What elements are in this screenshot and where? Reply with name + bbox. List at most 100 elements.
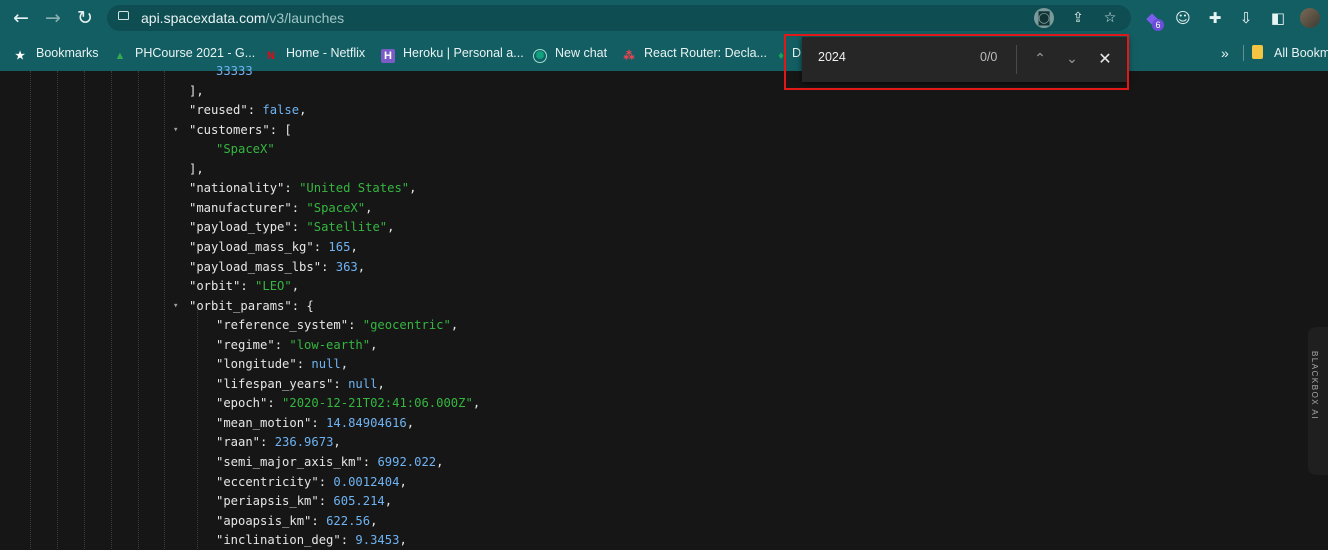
json-line: "semi_major_axis_km": 6992.022,: [216, 453, 443, 472]
json-token: "regime":: [216, 337, 290, 352]
indent-guide: [197, 307, 198, 549]
json-token: ,: [406, 415, 415, 430]
bookmark-heroku[interactable]: H Heroku | Personal a...: [381, 44, 524, 63]
blackbox-label: BLACKBOX AI: [1310, 351, 1319, 420]
puzzle-icon[interactable]: ✚: [1205, 8, 1225, 28]
json-token: "periapsis_km":: [216, 494, 334, 509]
json-token: "payload_mass_kg":: [189, 239, 329, 254]
json-token: 6992.022: [377, 455, 437, 469]
extension-face-icon[interactable]: ☺: [1173, 8, 1193, 28]
collapse-arrow-icon[interactable]: ▾: [173, 297, 184, 316]
json-token: ,: [340, 357, 349, 372]
forward-arrow-icon[interactable]: →: [42, 7, 64, 29]
json-token: 605.214: [333, 494, 385, 509]
bookmark-react-router[interactable]: ⁂ React Router: Decla...: [622, 44, 767, 62]
json-token: ,: [370, 337, 378, 352]
google-drive-icon: ▲: [114, 50, 126, 62]
json-token: ],: [189, 83, 204, 98]
bookmark-label: New chat: [555, 46, 608, 60]
share-icon[interactable]: ⇪: [1068, 8, 1088, 28]
find-in-page-icon[interactable]: ◙: [1034, 8, 1054, 28]
lock-icon: [118, 11, 129, 20]
side-panel-icon[interactable]: ◧: [1268, 8, 1288, 28]
json-token: "eccentricity":: [216, 474, 334, 489]
json-token: 14.84904616: [326, 415, 407, 430]
json-line: "longitude": null,: [216, 355, 348, 374]
json-token: "lifespan_years":: [216, 376, 349, 391]
json-line: "lifespan_years": null,: [216, 375, 385, 394]
back-arrow-icon[interactable]: ←: [10, 7, 32, 29]
json-token: "longitude":: [216, 357, 312, 372]
bookmark-new-chat[interactable]: ✺ New chat: [533, 44, 608, 63]
json-line: "reused": false,: [189, 101, 306, 120]
json-token: ,: [472, 396, 481, 411]
json-line: 33333: [216, 62, 253, 81]
netflix-icon: N: [267, 50, 275, 62]
json-line: "nationality": "United States",: [189, 179, 416, 198]
bookmark-phcourse[interactable]: ▲ PHCourse 2021 - G...: [113, 44, 256, 62]
json-token: 363: [335, 259, 358, 274]
download-icon[interactable]: ⇩: [1236, 8, 1256, 28]
bookmark-all-bookmarks[interactable]: All Bookm: [1252, 44, 1328, 62]
collapse-arrow-icon[interactable]: ▾: [173, 121, 184, 140]
bookmark-label: Home - Netflix: [286, 46, 366, 60]
json-token: "mean_motion":: [216, 415, 327, 430]
json-line: "raan": 236.9673,: [216, 433, 341, 452]
json-line: "apoapsis_km": 622.56,: [216, 512, 377, 531]
json-token: ,: [370, 513, 378, 528]
json-line: ],: [189, 82, 204, 101]
json-token: 33333: [216, 64, 253, 78]
json-token: "geocentric": [362, 318, 451, 333]
indent-guide: [84, 71, 85, 549]
react-router-icon: ⁂: [623, 50, 635, 62]
folder-icon: [1252, 45, 1263, 59]
json-token: "low-earth": [289, 337, 371, 352]
json-token: null: [348, 376, 378, 391]
indent-guide: [111, 71, 112, 549]
json-line: "epoch": "2020-12-21T02:41:06.000Z",: [216, 394, 480, 413]
url-text[interactable]: api.spacexdata.com/v3/launches: [141, 5, 344, 31]
json-line: "mean_motion": 14.84904616,: [216, 414, 414, 433]
json-token: false: [262, 103, 300, 118]
blackbox-side-tab[interactable]: BLACKBOX AI: [1308, 327, 1328, 475]
bookmark-label: Heroku | Personal a...: [403, 46, 524, 60]
reload-icon[interactable]: ↻: [74, 7, 96, 29]
bookmark-label: PHCourse 2021 - G...: [135, 46, 256, 60]
bookmark-bookmarks[interactable]: ★ Bookmarks: [14, 44, 98, 62]
json-token: ,: [450, 318, 459, 333]
json-token: ,: [333, 435, 341, 450]
url-path: /v3/launches: [265, 10, 345, 26]
json-line: "payload_type": "Satellite",: [189, 218, 394, 237]
bookmark-label: React Router: Decla...: [644, 46, 767, 60]
bookmark-star-icon[interactable]: ☆: [1100, 8, 1120, 28]
json-token: 9.3453: [355, 533, 400, 548]
address-bar[interactable]: api.spacexdata.com/v3/launches ◙ ⇪ ☆: [107, 5, 1131, 31]
bookmark-netflix[interactable]: N Home - Netflix: [264, 44, 365, 62]
indent-guide: [138, 71, 139, 549]
bookmarks-overflow-chevron[interactable]: »: [1221, 44, 1229, 62]
url-host: api.spacexdata.com: [141, 10, 266, 26]
avatar[interactable]: [1300, 8, 1320, 28]
json-token: "United States": [299, 181, 410, 196]
json-token: ,: [399, 474, 407, 489]
json-token: "2020-12-21T02:41:06.000Z": [282, 396, 473, 411]
json-token: 622.56: [326, 513, 371, 528]
bookmark-label: All Bookm: [1274, 46, 1328, 60]
json-token: "manufacturer":: [189, 200, 307, 215]
json-token: "payload_mass_lbs":: [189, 259, 336, 274]
json-token: ,: [350, 239, 358, 254]
json-token: "SpaceX": [216, 142, 275, 157]
json-token: "customers": [: [189, 122, 292, 137]
json-line: "SpaceX": [216, 140, 275, 159]
json-token: ,: [409, 181, 417, 196]
json-token: 236.9673: [274, 435, 334, 450]
heroku-icon: H: [381, 49, 395, 63]
json-token: ,: [299, 103, 307, 118]
json-token: "payload_type":: [189, 220, 307, 235]
json-line: "inclination_deg": 9.3453,: [216, 531, 407, 550]
bookmarks-separator: [1243, 45, 1244, 61]
indent-guide: [30, 71, 31, 549]
json-token: "epoch":: [216, 396, 283, 411]
json-token: 165: [328, 239, 351, 254]
indent-guide: [164, 71, 165, 549]
